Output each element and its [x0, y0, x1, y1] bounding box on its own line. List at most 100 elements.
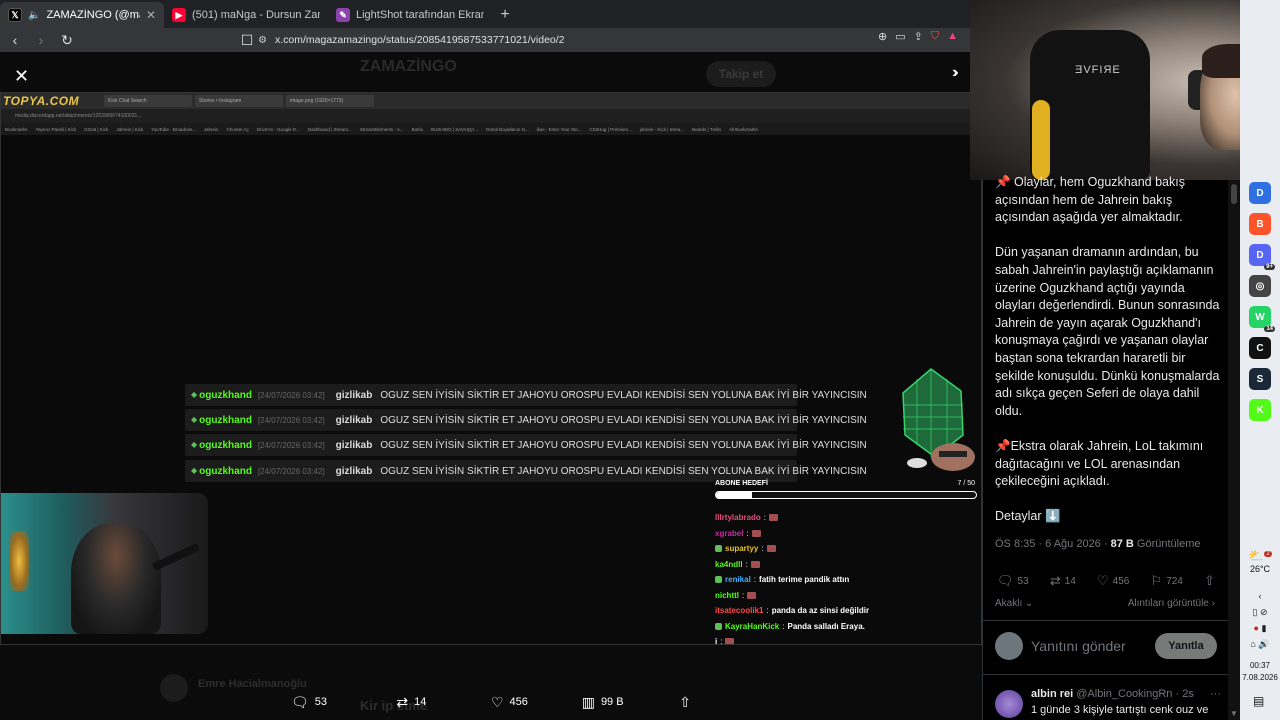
- tweet-views-count: 87 B: [1110, 538, 1134, 550]
- url-text: x.com/magazamazingo/status/2085419587533…: [274, 34, 565, 46]
- app-glyph: K: [1256, 404, 1264, 416]
- lightshot-icon: ✎: [336, 8, 350, 22]
- whatsapp-icon[interactable]: W 14: [1249, 306, 1275, 332]
- user-avatar: [995, 632, 1023, 660]
- reply-input[interactable]: Yanıtını gönder: [1031, 638, 1155, 654]
- kick-icon[interactable]: K: [1249, 399, 1271, 421]
- heart-icon: ♡: [1097, 573, 1109, 588]
- weather-widget[interactable]: ⛅ 2 26°C: [1240, 548, 1280, 574]
- tweet-repost-button[interactable]: ⇄ 14: [1050, 573, 1076, 589]
- avatar[interactable]: [995, 690, 1023, 718]
- reply-submit-button[interactable]: Yanıtla: [1155, 633, 1217, 659]
- network-icon[interactable]: ⌂: [1250, 639, 1255, 649]
- scrollbar[interactable]: ▼: [1228, 180, 1240, 720]
- inner-bookmark: ikas - Enter Your Sto...: [536, 126, 582, 132]
- notifications-icon[interactable]: ▤: [1253, 694, 1264, 708]
- inner-tabstrip: TOPYA.COM Kick Chat Search Stories • Ins…: [1, 93, 971, 109]
- repost-icon: ⇄: [396, 693, 409, 710]
- chatgpt-icon[interactable]: ◎: [1249, 275, 1271, 297]
- mute-icon[interactable]: ⊘: [1260, 607, 1268, 617]
- zoom-icon[interactable]: ⊕: [878, 30, 887, 43]
- chat-target: gizlikab: [335, 414, 373, 426]
- chat-target: gizlikab: [335, 465, 373, 477]
- inner-bookmark: Dashboard | Stream...: [307, 126, 352, 132]
- user-badge-icon: ◆: [191, 390, 198, 399]
- clock[interactable]: 00:37 7.08.2026: [1240, 660, 1280, 684]
- close-viewer-icon[interactable]: ✕: [14, 66, 29, 87]
- tweet-time[interactable]: ÖS 8:35 · 6 Ağu 2026 ·: [995, 538, 1108, 550]
- inner-url-bar: media.discordapp.net/attachments/1253965…: [1, 109, 971, 123]
- clock-date: 7.08.2026: [1242, 673, 1278, 682]
- more-options-icon[interactable]: ···: [1210, 688, 1221, 700]
- chevron-left-icon[interactable]: ‹: [1240, 588, 1280, 604]
- tweet-share-button[interactable]: ⇧: [1204, 573, 1215, 589]
- repost-action[interactable]: ⇄ 14: [396, 694, 491, 711]
- back-icon[interactable]: ‹: [4, 29, 26, 51]
- tweet-reply-button[interactable]: 🗨 53: [997, 573, 1029, 589]
- volume-icon[interactable]: 🔊: [1258, 639, 1269, 649]
- reply-author-name[interactable]: albin rei: [1031, 688, 1073, 700]
- steam-icon[interactable]: S: [1249, 368, 1271, 390]
- new-tab-button[interactable]: +: [492, 2, 518, 28]
- chair-accent: [1032, 100, 1050, 180]
- likes-dropdown[interactable]: Akaklı ⌄: [995, 598, 1033, 609]
- video-player[interactable]: TOPYA.COM Kick Chat Search Stories • Ins…: [0, 92, 982, 645]
- bookmark-icon[interactable]: ☐: [236, 29, 258, 51]
- likes-link: Akaklı: [995, 598, 1023, 609]
- scroll-down-icon[interactable]: ▼: [1230, 709, 1238, 718]
- inner-bookmark: Gözat | Kick: [84, 126, 109, 132]
- chat-message: OGUZ SEN İYİSİN SİKTİR ET JAHOYU OROSPU …: [380, 389, 867, 401]
- cast-icon[interactable]: ▭: [895, 30, 905, 43]
- tab-close-icon[interactable]: ✕: [146, 8, 156, 22]
- microphone-icon[interactable]: ▮: [1262, 623, 1267, 633]
- streamer-silhouette: [71, 523, 161, 634]
- reply-action[interactable]: 🗨 53: [291, 694, 396, 711]
- chat-log-line: ◆ oguzkhand [24/07/2026 03:42] gizlikab OGUZ…: [185, 384, 867, 406]
- speaker-icon[interactable]: 🔈: [28, 10, 40, 21]
- capcut-icon[interactable]: C: [1249, 337, 1271, 359]
- inner-bookmark: Gönül Boyatlanın N...: [485, 126, 529, 132]
- scrollbar-thumb[interactable]: [1231, 184, 1237, 204]
- browser-tab-youtube[interactable]: ▶ (501) maNga - Dursun Zaman ft. Gök: [164, 2, 328, 28]
- stream-chat-text: panda da az sinsi değildir: [771, 606, 870, 616]
- brave-shield-icon[interactable]: ⛉: [931, 30, 939, 43]
- tweet-reply-count: 53: [1017, 575, 1029, 587]
- stream-chat-overlay: lllrtylabrado: xgrabel: supartyy: ka4ndll: r…: [715, 510, 975, 645]
- brave-icon[interactable]: B: [1249, 213, 1271, 235]
- stream-chat-user: lllrtylabrado: [715, 513, 761, 523]
- share-icon[interactable]: ⇪: [914, 30, 923, 43]
- tweet-like-button[interactable]: ♡ 456: [1097, 573, 1129, 589]
- vpn-icon[interactable]: D: [1249, 182, 1271, 204]
- tray-icon[interactable]: ●: [1254, 623, 1259, 633]
- brave-rewards-icon[interactable]: ▲: [947, 30, 958, 43]
- quotes-link-label: Alıntıları görüntüle: [1127, 598, 1209, 609]
- views-action[interactable]: ▥ 99 B: [582, 694, 680, 711]
- like-action[interactable]: ♡ 456: [491, 694, 582, 711]
- inner-bookmark: StreamElements - A...: [359, 126, 404, 132]
- expand-panel-icon[interactable]: ››: [952, 64, 958, 82]
- site-info-icon[interactable]: ⚙: [258, 35, 267, 46]
- stream-chat-user: renikal: [725, 575, 751, 585]
- browser-tab-lightshot[interactable]: ✎ LightShot tarafından Ekran Görüntüs: [328, 2, 492, 28]
- address-bar[interactable]: ⚙ x.com/magazamazingo/status/20854195875…: [258, 30, 974, 50]
- tweet-paragraph: Detaylar ⬇️: [995, 509, 1061, 524]
- browser-tab-x[interactable]: 𝕏 🔈 ZAMAZİNGO (@magazamazi ✕: [0, 2, 164, 28]
- stream-chat-text: Panda salladı Eraya.: [787, 621, 865, 631]
- stream-chat-user: i: [715, 637, 718, 645]
- streamer-facecam: [1, 493, 208, 634]
- inner-bookmark: Churam Aç: [226, 126, 249, 132]
- share-action[interactable]: ⇧: [679, 694, 691, 711]
- tweet-bookmark-button[interactable]: ⚐ 724: [1151, 573, 1183, 589]
- tweet-bookmark-count: 724: [1166, 575, 1183, 587]
- quotes-link[interactable]: Alıntıları görüntüle ›: [1128, 598, 1215, 609]
- reload-icon[interactable]: ↻: [56, 29, 78, 51]
- colon: :: [742, 590, 745, 600]
- forward-icon[interactable]: ›: [30, 29, 52, 51]
- inner-tab: Kick Chat Search: [104, 95, 192, 107]
- inner-bookmark: CS2Hug | Premium...: [589, 126, 632, 132]
- tab-label: ZAMAZİNGO (@magazamazi: [46, 9, 139, 21]
- tray-icon[interactable]: ▯: [1252, 607, 1257, 617]
- discord-icon[interactable]: D 9+: [1249, 244, 1275, 270]
- background-avatar: [160, 674, 188, 702]
- divider: [983, 674, 1229, 675]
